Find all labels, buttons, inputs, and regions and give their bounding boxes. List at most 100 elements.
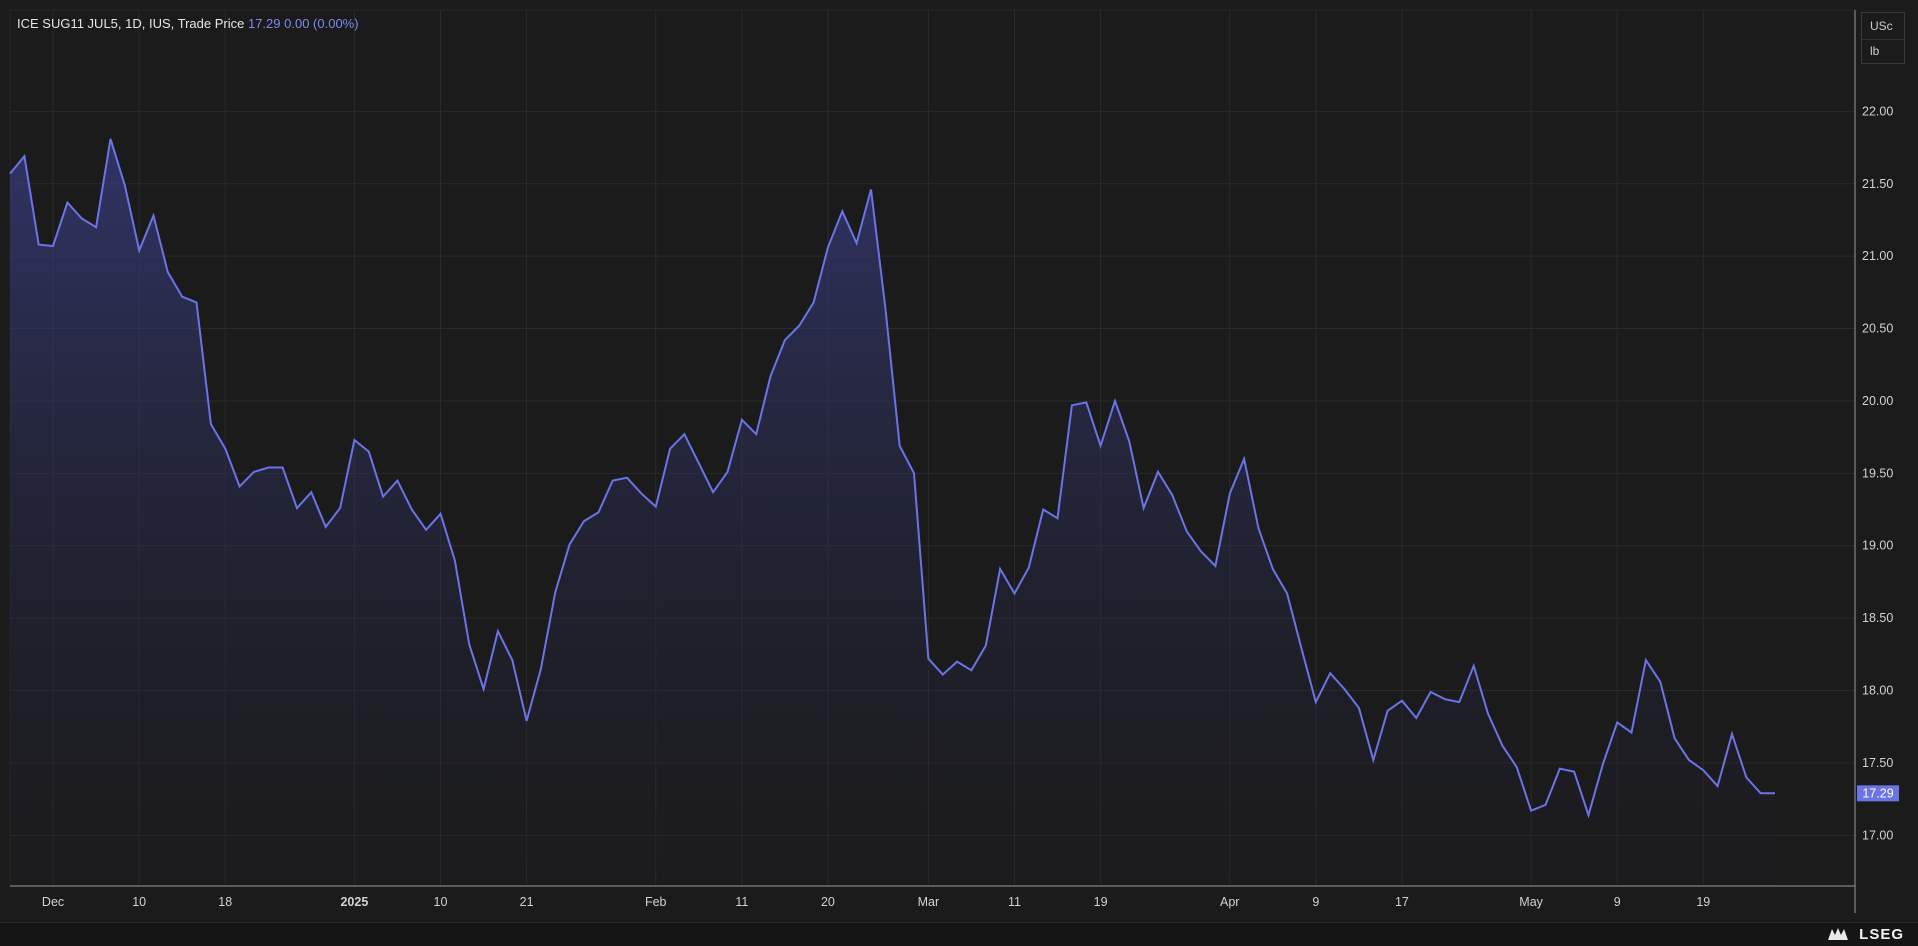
data-point <box>66 201 68 203</box>
data-point <box>597 511 599 513</box>
last-price-tag-text: 17.29 <box>1862 786 1893 800</box>
data-point <box>870 188 872 190</box>
data-point <box>1544 804 1546 806</box>
data-point <box>1272 568 1274 570</box>
data-point <box>1616 721 1618 723</box>
data-point <box>525 720 527 722</box>
data-point <box>411 508 413 510</box>
y-tick-label: 20.50 <box>1862 322 1893 336</box>
data-point <box>798 324 800 326</box>
x-tick-label: 21 <box>520 895 534 909</box>
data-point <box>1372 759 1374 761</box>
data-point <box>1042 508 1044 510</box>
x-tick-label: 9 <box>1312 895 1319 909</box>
data-point <box>310 491 312 493</box>
data-point <box>942 673 944 675</box>
data-point <box>1329 672 1331 674</box>
data-point <box>109 138 111 140</box>
data-point <box>755 433 757 435</box>
data-point <box>1028 566 1030 568</box>
data-point <box>970 669 972 671</box>
data-point <box>913 472 915 474</box>
data-point <box>1200 550 1202 552</box>
data-point <box>1401 699 1403 701</box>
data-point <box>956 660 958 662</box>
data-point <box>439 513 441 515</box>
data-point <box>267 466 269 468</box>
data-point <box>1745 776 1747 778</box>
x-tick-label: Apr <box>1220 895 1239 909</box>
data-point <box>281 466 283 468</box>
data-point <box>339 507 341 509</box>
data-point <box>482 688 484 690</box>
data-point <box>167 271 169 273</box>
price-chart[interactable]: 17.00 17.50 18.00 18.50 19.00 19.50 20.00 20.50… <box>0 0 1918 922</box>
instrument-label: ICE SUG11 JUL5, 1D, IUS, Trade Price <box>17 16 245 31</box>
y-tick-label: 17.00 <box>1862 828 1893 842</box>
last-price-value: 17.29 <box>247 16 281 31</box>
data-point <box>1386 710 1388 712</box>
y-tick-label: 17.50 <box>1862 756 1893 770</box>
y-tick-label: 22.00 <box>1862 104 1893 118</box>
currency-unit: USc <box>1870 19 1893 33</box>
data-point <box>1142 507 1144 509</box>
data-point <box>1716 785 1718 787</box>
data-point <box>985 644 987 646</box>
data-point <box>683 433 685 435</box>
y-tick-label: 18.00 <box>1862 684 1893 698</box>
x-tick-label: May <box>1519 895 1543 909</box>
data-point <box>612 479 614 481</box>
x-tick-label: 17 <box>1395 895 1409 909</box>
data-point <box>1171 494 1173 496</box>
data-point <box>1473 665 1475 667</box>
data-point <box>741 419 743 421</box>
data-point <box>468 643 470 645</box>
unit-selector[interactable]: USc lb <box>1861 12 1905 64</box>
data-point <box>726 471 728 473</box>
data-point <box>1530 810 1532 812</box>
data-point <box>1731 733 1733 735</box>
data-point <box>296 507 298 509</box>
data-point <box>1114 400 1116 402</box>
footer-bar: LSEG <box>0 922 1918 946</box>
data-point <box>769 375 771 377</box>
data-point <box>52 245 54 247</box>
data-point <box>1516 766 1518 768</box>
lseg-logo-icon <box>1828 928 1848 940</box>
last-price-marker: 17.29 <box>1857 785 1899 802</box>
data-point <box>540 668 542 670</box>
price-change-value: 0.00 (0.00%) <box>284 16 359 31</box>
data-point <box>999 568 1001 570</box>
x-tick-label: 2025 <box>340 895 368 909</box>
data-point <box>784 339 786 341</box>
data-point <box>1186 530 1188 532</box>
data-point <box>38 243 40 245</box>
data-point <box>712 491 714 493</box>
data-point <box>698 462 700 464</box>
data-point <box>1056 517 1058 519</box>
data-point <box>1286 592 1288 594</box>
data-point <box>1645 659 1647 661</box>
data-point <box>1458 701 1460 703</box>
x-tick-label: 19 <box>1094 895 1108 909</box>
data-point <box>1630 731 1632 733</box>
x-tick-label: Dec <box>42 895 64 909</box>
data-point <box>1415 717 1417 719</box>
data-point <box>238 485 240 487</box>
data-point <box>1013 592 1015 594</box>
data-point <box>1214 565 1216 567</box>
data-point <box>454 559 456 561</box>
x-tick-label: 11 <box>735 895 748 909</box>
x-tick-label: 9 <box>1614 895 1621 909</box>
data-point <box>23 155 25 157</box>
data-point <box>368 450 370 452</box>
data-point <box>1602 763 1604 765</box>
data-point <box>1659 681 1661 683</box>
data-point <box>382 495 384 497</box>
data-point <box>152 214 154 216</box>
data-point <box>1573 770 1575 772</box>
data-point <box>1429 691 1431 693</box>
data-point <box>1358 707 1360 709</box>
data-point <box>1501 744 1503 746</box>
data-point <box>1300 647 1302 649</box>
